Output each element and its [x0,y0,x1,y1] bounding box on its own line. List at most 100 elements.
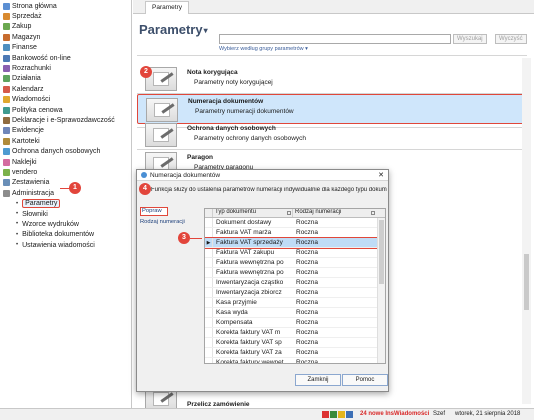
table-row[interactable]: Dokument dostawy Roczna [205,218,385,228]
search-button[interactable]: Wyszukaj [453,34,487,44]
bullet-icon: • [16,221,19,228]
nav-list: Strona główna Sprzedaż Zakup Magazyn Finanse… [0,0,131,250]
sidebar-item[interactable]: Finanse [0,43,131,53]
sidebar-subitem[interactable]: • Biblioteka dokumentów [0,230,131,240]
table-row[interactable]: Kasa przyjmie Roczna [205,298,385,308]
admin-icon [3,189,10,197]
table-row[interactable]: Kompensata Roczna [205,318,385,328]
sidebar-item[interactable]: Wiadomości [0,95,131,105]
sidebar-subitem[interactable]: • Parametry [0,198,131,209]
sidebar-item[interactable]: Ewidencje [0,126,131,136]
settings-document-icon [145,123,177,147]
row-indicator [205,308,213,317]
table-row[interactable]: Korekta faktury VAT za Roczna [205,348,385,358]
status-icon[interactable] [330,411,337,418]
home-icon [3,2,10,10]
help-button[interactable]: Pomoc [342,374,388,386]
table-row[interactable]: Faktura VAT marża Roczna [205,228,385,238]
sidebar-item[interactable]: Kalendarz [0,84,131,94]
sidebar-item[interactable]: Sprzedaż [0,11,131,21]
cell-numbering: Roczna [296,299,319,306]
entry-ochrona-danych[interactable]: Ochrona danych osobowych Parametry ochro… [137,122,525,148]
reports-icon [3,179,10,187]
table-row[interactable]: Inwentaryzacja cząstko Roczna [205,278,385,288]
column-header-numbering[interactable]: Rodzaj numeracji [293,209,377,217]
cell-document-type: Inwentaryzacja cząstko [216,279,284,286]
sidebar-item-label: Ewidencje [12,127,44,135]
edit-link[interactable]: Popraw [140,207,168,216]
scroll-thumb[interactable] [379,220,384,284]
step-marker-2: 2 [140,66,152,78]
grid-scrollbar[interactable] [377,218,385,363]
main-scrollbar[interactable] [522,58,531,404]
sidebar-item-label: Bankowość on-line [12,54,71,62]
cell-document-type: Korekta faktury VAT za [216,349,282,356]
sidebar-item[interactable]: Kartoteki [0,136,131,146]
search-input[interactable] [219,34,451,44]
alert-icon[interactable] [322,411,329,418]
table-row[interactable]: Faktura wewnętrzna po Roczna [205,258,385,268]
divider [137,55,527,56]
filter-icon[interactable] [371,211,375,215]
sidebar-item[interactable]: Rozrachunki [0,63,131,73]
bullet-icon: • [16,231,19,238]
sidebar-item[interactable]: Bankowość on-line [0,53,131,63]
dialog-titlebar: Numeracja dokumentów ✕ [137,170,388,181]
cell-document-type: Inwentaryzacja zbiorcz [216,289,282,296]
close-icon[interactable]: ✕ [378,171,384,179]
status-bar: 24 nowe InsWiadomości Szef wtorek, 21 si… [0,408,534,420]
sidebar-item-label: Sprzedaż [12,13,42,21]
table-row[interactable]: Faktura VAT zakupu Roczna [205,248,385,258]
sidebar-item-label: Polityka cenowa [12,106,63,114]
sidebar-item[interactable]: vendero [0,167,131,177]
table-row[interactable]: ▶ Faktura VAT sprzedaży Roczna [205,237,385,249]
sidebar-subitem[interactable]: • Wzorce wydruków [0,219,131,229]
declarations-icon [3,116,10,124]
entry-title: Przelicz zamówienie [187,401,250,408]
sidebar-subitem[interactable]: • Ustawienia wiadomości [0,240,131,250]
entry-numeracja-dokumentow[interactable]: Numeracja dokumentów Parametry numeracji… [137,94,525,124]
info-icon[interactable] [346,411,353,418]
notifications-link[interactable]: 24 nowe InsWiadomości [360,411,429,417]
tab-parametry[interactable]: Parametry [145,1,189,14]
filter-group-link[interactable]: Wybierz według grupy parametrów ▾ [219,46,308,52]
row-indicator [205,248,213,257]
sidebar-item-label: Wiadomości [12,96,51,104]
table-row[interactable]: Inwentaryzacja zbiorcz Roczna [205,288,385,298]
sidebar-item[interactable]: Naklejki [0,157,131,167]
clear-button[interactable]: Wyczyść [495,34,527,44]
sidebar-item[interactable]: Strona główna [0,1,131,11]
table-row[interactable]: Korekta faktury wewnęt Roczna [205,358,385,363]
vendero-icon [3,168,10,176]
row-indicator [205,258,213,267]
cell-document-type: Faktura VAT marża [216,229,272,236]
bullet-icon: • [16,200,19,207]
page-title[interactable]: Parametry▾ [139,22,208,37]
table-row[interactable]: Faktura wewnętrzna po Roczna [205,268,385,278]
cell-numbering: Roczna [296,249,319,256]
sidebar-item[interactable]: Administracja [0,188,131,198]
sidebar-subitem[interactable]: • Słowniki [0,209,131,219]
step-marker-3: 3 [178,232,190,244]
table-row[interactable]: Korekta faktury VAT m Roczna [205,328,385,338]
sidebar-item[interactable]: Polityka cenowa [0,105,131,115]
sidebar-item[interactable]: Magazyn [0,32,131,42]
column-header-document-type[interactable]: Typ dokumentu [213,209,293,217]
close-button[interactable]: Zamknij [295,374,341,386]
folder-icon[interactable] [338,411,345,418]
sidebar-item[interactable]: Deklaracje i e-Sprawozdawczość [0,115,131,125]
page-title-text: Parametry [139,22,203,37]
cell-numbering: Roczna [296,339,319,346]
sidebar-item[interactable]: Zestawienia [0,178,131,188]
sidebar-item[interactable]: Działania [0,74,131,84]
table-row[interactable]: Korekta faktury VAT sp Roczna [205,338,385,348]
filter-icon[interactable] [287,211,291,215]
entry-nota-korygujaca[interactable]: Nota korygująca Parametry noty korygując… [137,66,525,92]
step-connector [60,188,70,189]
table-row[interactable]: Kasa wyda Roczna [205,308,385,318]
scroll-thumb[interactable] [524,254,529,310]
sidebar-item[interactable]: Zakup [0,22,131,32]
sidebar-item[interactable]: Ochrona danych osobowych [0,146,131,156]
sidebar-item-label: Ochrona danych osobowych [12,148,101,156]
numbering-type-link[interactable]: Rodzaj numeracji [140,219,185,228]
